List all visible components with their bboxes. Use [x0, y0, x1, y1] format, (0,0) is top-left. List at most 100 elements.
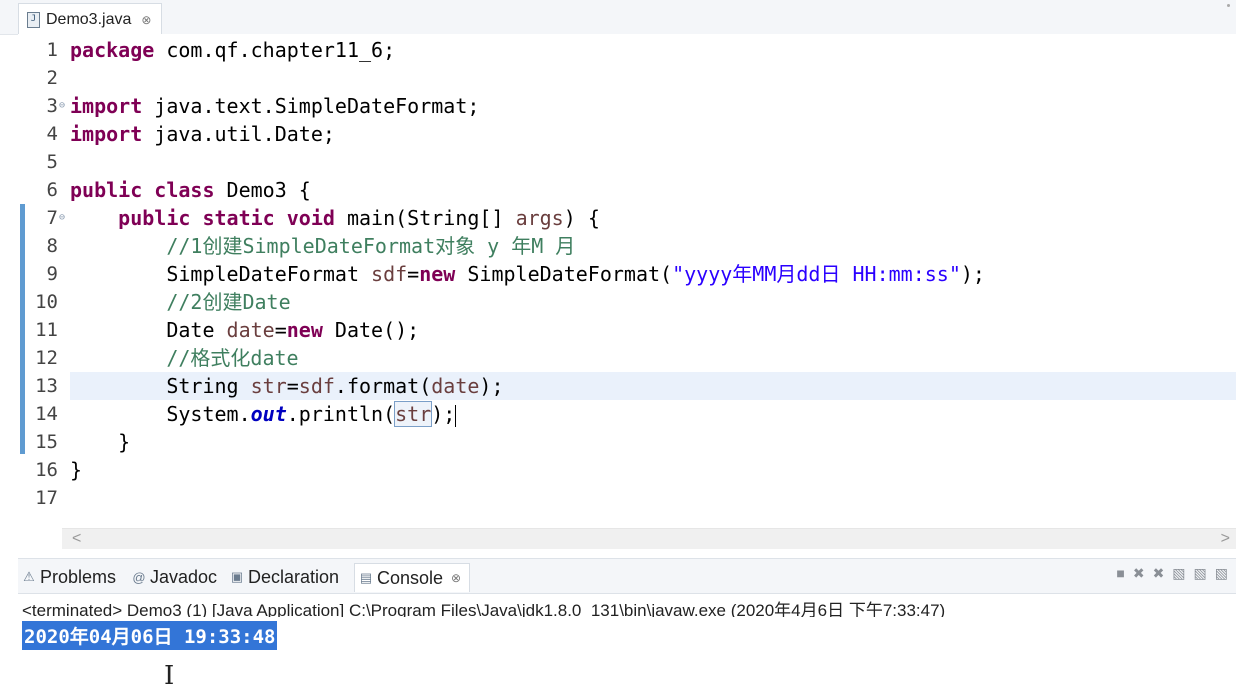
text-caret [455, 404, 457, 427]
code-token: new [419, 262, 456, 286]
javadoc-icon: @ [132, 569, 146, 585]
console-output-line: 2020年04月06日 19:33:48 [22, 621, 278, 650]
problems-icon: ⚠ [23, 569, 35, 584]
code-token: "yyyy年MM月dd日 HH:mm:ss" [672, 262, 961, 286]
code-token: sdf [371, 262, 408, 286]
code-text: Date date=new Date(); [70, 316, 419, 344]
horizontal-scrollbar[interactable]: < > [62, 528, 1236, 549]
code-token: public [118, 206, 191, 230]
code-token: class [154, 178, 215, 202]
remove-all-icon[interactable]: ✖ [1153, 565, 1165, 582]
code-token: ); [960, 262, 985, 286]
code-token: //2创建Date [70, 290, 291, 314]
code-text: package com.qf.chapter11_6; [70, 36, 395, 64]
code-token: SimpleDateFormat( [455, 262, 673, 286]
tab-problems[interactable]: ⚠ Problems [22, 563, 116, 591]
code-line[interactable]: 17 [18, 484, 1236, 512]
code-token: //1创建SimpleDateFormat对象 y 年M 月 [70, 234, 576, 258]
line-number: 3 [46, 95, 58, 117]
code-token: SimpleDateFormat [70, 262, 372, 286]
scroll-right-icon[interactable]: > [1221, 529, 1230, 549]
code-text: //格式化date [70, 344, 298, 372]
line-number: 13 [35, 375, 58, 397]
code-line[interactable]: 14 System.out.println(str); [18, 400, 1236, 428]
code-line[interactable]: 1 package com.qf.chapter11_6; [18, 36, 1236, 64]
code-token: = [286, 374, 299, 398]
code-token: com.qf.chapter11_6; [154, 38, 396, 62]
code-line[interactable]: 11 Date date=new Date(); [18, 316, 1236, 344]
fold-toggle-icon[interactable]: ⊖ [59, 92, 67, 120]
code-line[interactable]: 6 public class Demo3 { [18, 176, 1236, 204]
code-token: sdf [298, 374, 335, 398]
line-number: 12 [35, 347, 58, 369]
code-line[interactable]: 12 //格式化date [18, 344, 1236, 372]
line-number: 8 [46, 235, 58, 257]
line-number: 14 [35, 403, 58, 425]
view-menu-dot[interactable] [1227, 4, 1230, 7]
text-cursor-icon: I [164, 661, 175, 691]
tab-javadoc-label: Javadoc [150, 566, 218, 587]
code-line[interactable]: 9 SimpleDateFormat sdf=new SimpleDateFor… [18, 260, 1236, 288]
code-text: } [70, 456, 82, 484]
code-token: } [70, 430, 131, 454]
scroll-left-icon[interactable]: < [72, 529, 81, 549]
close-icon[interactable]: ⊗ [141, 13, 151, 27]
terminate-icon[interactable]: ■ [1116, 565, 1124, 582]
code-token: Date [70, 318, 227, 342]
console-icon: ▤ [359, 570, 373, 585]
pin-console-icon[interactable]: ▧ [1215, 565, 1228, 582]
editor-tab-demo3[interactable]: J Demo3.java ⊗ [18, 3, 163, 35]
code-token: main(String[] [334, 206, 516, 230]
scroll-lock-icon[interactable]: ▧ [1172, 565, 1185, 582]
code-line[interactable]: 5 [18, 148, 1236, 176]
code-token: package [70, 38, 155, 62]
console-toolbar: ■ ✖ ✖ ▧ ▧ ▧ [1116, 565, 1228, 582]
code-line[interactable]: 10 //2创建Date [18, 288, 1236, 316]
code-text: String str=sdf.format(date); [70, 372, 503, 400]
line-number: 10 [35, 291, 58, 313]
close-icon[interactable]: ⊗ [451, 571, 461, 585]
view-tab-bar: ⚠ Problems @ Javadoc ▣ Declaration ▤ Con… [18, 558, 1236, 594]
code-line[interactable]: 4 import java.util.Date; [18, 120, 1236, 148]
code-text: public static void main(String[] args) { [70, 204, 600, 232]
code-text: SimpleDateFormat sdf=new SimpleDateForma… [70, 260, 985, 288]
code-line[interactable]: 16} [18, 456, 1236, 484]
code-token: void [286, 206, 335, 230]
code-text: } [70, 428, 130, 456]
code-line[interactable]: 8 //1创建SimpleDateFormat对象 y 年M 月 [18, 232, 1236, 260]
code-token: str [394, 401, 433, 427]
line-number: 2 [46, 67, 58, 89]
tab-javadoc[interactable]: @ Javadoc [132, 563, 217, 591]
code-editor[interactable]: 1 package com.qf.chapter11_6; 2 3 ⊖ import ja… [18, 34, 1236, 528]
code-line[interactable]: 7 ⊖ public static void main(String[] args… [18, 204, 1236, 232]
editor-tab-bar: J Demo3.java ⊗ [0, 0, 1236, 35]
console-output-area[interactable]: 2020年04月06日 19:33:48 I [18, 617, 1236, 699]
code-line[interactable]: 3 ⊖ import java.text.SimpleDateFormat; [18, 92, 1236, 120]
tab-console-label: Console [377, 567, 444, 588]
code-line[interactable]: 15 } [18, 428, 1236, 456]
code-token: static [202, 206, 275, 230]
code-token: java.text.SimpleDateFormat; [142, 94, 480, 118]
tab-console[interactable]: ▤ Console ⊗ [354, 563, 471, 592]
code-text: import java.text.SimpleDateFormat; [70, 92, 479, 120]
remove-launch-icon[interactable]: ✖ [1133, 565, 1145, 582]
code-token: import [70, 94, 143, 118]
code-token: Demo3 { [214, 178, 311, 202]
show-console-icon[interactable]: ▧ [1194, 565, 1207, 582]
line-number: 4 [46, 123, 58, 145]
code-token: } [70, 458, 83, 482]
line-number: 16 [35, 459, 58, 481]
code-token: String [70, 374, 251, 398]
fold-toggle-icon[interactable]: ⊖ [59, 204, 67, 232]
tab-declaration[interactable]: ▣ Declaration [230, 563, 339, 591]
java-file-icon: J [27, 11, 40, 28]
code-token: = [274, 318, 287, 342]
code-line[interactable]: 2 [18, 64, 1236, 92]
tab-declaration-label: Declaration [248, 566, 340, 587]
code-token: ); [431, 402, 456, 426]
code-text: System.out.println(str); [70, 400, 457, 428]
code-line[interactable]: 13 String str=sdf.format(date); [35, 372, 1236, 400]
